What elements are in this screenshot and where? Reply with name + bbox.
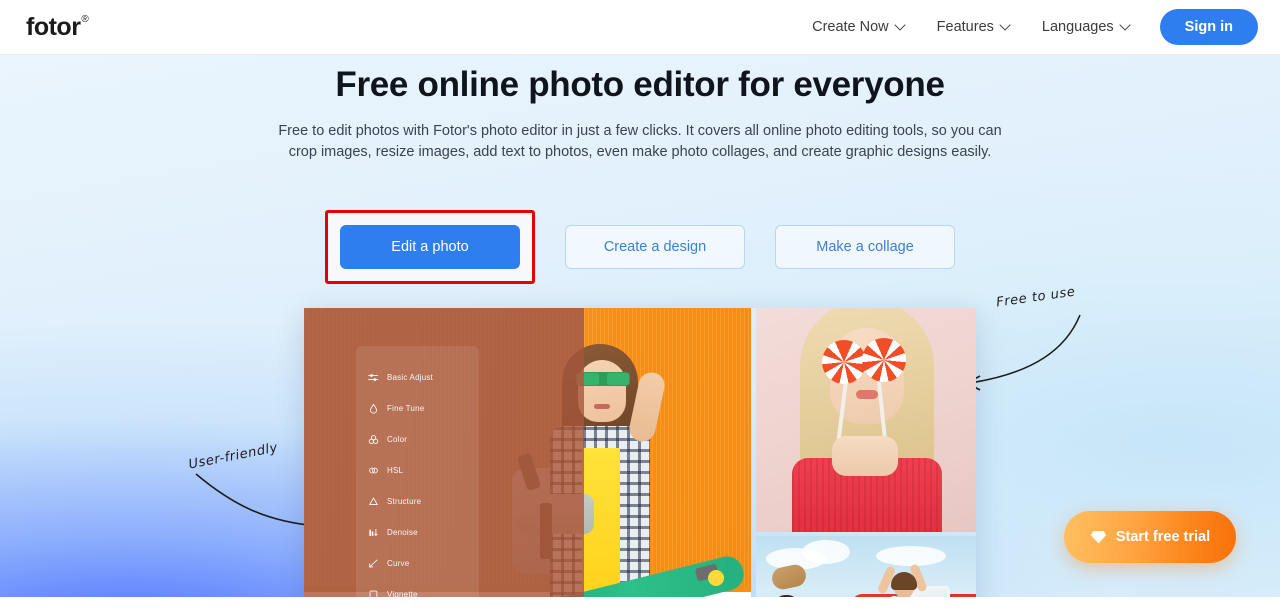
hero-section: Free online photo editor for everyone Fr… <box>0 55 1280 597</box>
chevron-down-icon <box>1121 21 1130 30</box>
tool-item-color[interactable]: Color <box>356 424 479 455</box>
nav-label: Features <box>936 19 994 35</box>
curve-icon <box>369 559 378 568</box>
tool-item-curve[interactable]: Curve <box>356 548 479 579</box>
site-header: fotor® Create Now Features Languages Sig… <box>0 0 1280 55</box>
sign-in-button[interactable]: Sign in <box>1159 9 1258 45</box>
color-circles-icon <box>368 435 379 444</box>
registered-trademark-icon: ® <box>81 14 89 26</box>
triangle-icon <box>369 497 378 506</box>
bars-arrow-icon <box>369 528 378 537</box>
nav-label: Create Now <box>812 19 889 35</box>
model-mouth-shape <box>594 404 610 409</box>
create-a-design-button[interactable]: Create a design <box>565 225 745 269</box>
fotor-logo[interactable]: fotor® <box>26 12 89 41</box>
square-icon <box>369 590 378 597</box>
trial-label: Start free trial <box>1115 529 1211 545</box>
cloud-shape <box>876 546 946 566</box>
model-face-shape <box>578 360 626 422</box>
tool-label: Basic Adjust <box>387 373 433 382</box>
tool-label: Color <box>387 435 408 444</box>
skateboard-wheel-shape <box>708 570 724 586</box>
nav-item-create-now[interactable]: Create Now <box>796 11 921 43</box>
make-a-collage-button[interactable]: Make a collage <box>775 225 955 269</box>
tool-label: Fine Tune <box>387 404 425 413</box>
editor-preview-photo: Basic Adjust Fine Tune Color HSL Structu… <box>304 308 751 597</box>
start-free-trial-button[interactable]: Start free trial <box>1064 511 1236 563</box>
lollipop-candy-shape <box>822 340 866 384</box>
tool-label: Structure <box>387 497 422 506</box>
curved-arrow-left-icon <box>965 314 1081 391</box>
droplet-icon <box>369 403 378 414</box>
page-title: Free online photo editor for everyone <box>335 65 945 104</box>
cta-button-row: Edit a photo Create a design Make a coll… <box>0 210 1280 284</box>
sunglasses-shape <box>576 372 630 386</box>
diamond-icon <box>1090 531 1106 544</box>
nav-item-languages[interactable]: Languages <box>1026 11 1146 43</box>
nav-item-features[interactable]: Features <box>921 11 1026 43</box>
edit-a-photo-highlight-box: Edit a photo <box>325 210 535 284</box>
sliders-icon <box>368 374 379 381</box>
tool-item-denoise[interactable]: Denoise <box>356 517 479 548</box>
edit-a-photo-button[interactable]: Edit a photo <box>340 225 520 269</box>
logo-text: fotor <box>26 12 81 41</box>
overlapping-circles-icon <box>369 467 378 474</box>
tool-item-vignette[interactable]: Vignette <box>356 579 479 597</box>
cloud-shape <box>802 540 850 564</box>
lips-shape <box>856 390 878 399</box>
tool-item-fine-tune[interactable]: Fine Tune <box>356 393 479 424</box>
tool-label: Curve <box>387 559 410 568</box>
tool-item-structure[interactable]: Structure <box>356 486 479 517</box>
hands-shape <box>832 436 898 476</box>
tool-label: Vignette <box>387 590 418 597</box>
chevron-down-icon <box>896 21 905 30</box>
nav-label: Languages <box>1041 19 1114 35</box>
roadtrip-photo <box>756 536 976 597</box>
lollipop-candy-shape <box>862 338 906 382</box>
lollipop-portrait-photo <box>756 308 976 532</box>
chevron-down-icon <box>1001 21 1010 30</box>
photo-collage-preview: Basic Adjust Fine Tune Color HSL Structu… <box>304 308 976 597</box>
page-bottom-strip <box>0 597 1280 609</box>
hero-description: Free to edit photos with Fotor's photo e… <box>278 123 1002 160</box>
tool-label: HSL <box>387 466 404 475</box>
main-navigation: Create Now Features Languages Sign in <box>796 9 1258 45</box>
woman-celebrating-shape <box>876 563 928 597</box>
editor-tool-panel: Basic Adjust Fine Tune Color HSL Structu… <box>356 346 479 597</box>
tool-label: Denoise <box>387 528 418 537</box>
tool-item-basic-adjust[interactable]: Basic Adjust <box>356 362 479 393</box>
tool-item-hsl[interactable]: HSL <box>356 455 479 486</box>
